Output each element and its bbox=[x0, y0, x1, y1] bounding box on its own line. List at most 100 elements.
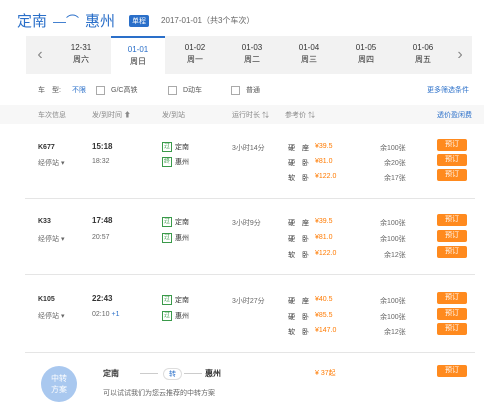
depart-time: 15:18 bbox=[92, 142, 113, 151]
seat-price: ¥122.0 bbox=[315, 250, 337, 257]
col-depart[interactable]: 发/到时间 ⬆ bbox=[92, 110, 131, 120]
row-divider bbox=[25, 352, 475, 353]
seats-left: 余100张 bbox=[380, 298, 406, 305]
arrive-time: 20:57 bbox=[92, 234, 110, 241]
stops-dropdown[interactable]: 经停站 ▾ bbox=[38, 158, 64, 168]
transfer-note: 可以试试我们为您云推荐的中转方案 bbox=[103, 390, 215, 397]
filter-all[interactable]: 不限 bbox=[72, 85, 86, 95]
seats-left: 余100张 bbox=[380, 220, 406, 227]
book-button[interactable]: 预订 bbox=[437, 292, 467, 304]
book-button[interactable]: 预订 bbox=[437, 214, 467, 226]
book-button[interactable]: 预订 bbox=[437, 246, 467, 258]
table-header: 车次信息 发/到时间 ⬆ 发/到站 运行时长 ⇅ 参考价 ⇅ 透价盈闲费 bbox=[0, 105, 484, 124]
station-icon: 过 bbox=[162, 142, 172, 153]
from-station: 过定南 bbox=[162, 217, 189, 228]
seats-left: 余17张 bbox=[384, 175, 406, 182]
chevron-right-icon[interactable]: › bbox=[450, 42, 470, 68]
row-divider bbox=[25, 274, 475, 275]
trip-type-badge: 单程 bbox=[129, 14, 150, 27]
transfer-to: 惠州 bbox=[205, 369, 221, 378]
seat-type: 硬 座 bbox=[288, 220, 309, 227]
filter-normal[interactable]: 普通 bbox=[231, 85, 260, 95]
seat-type: 硬 卧 bbox=[288, 314, 309, 321]
transfer-via: 转 bbox=[163, 368, 182, 380]
route-arrow-icon: —⌒ bbox=[53, 14, 80, 29]
next-day-badge: +1 bbox=[111, 311, 120, 318]
seat-price: ¥81.0 bbox=[315, 158, 333, 165]
transfer-price: ¥ 37起 bbox=[315, 370, 336, 377]
seats-left: 余100张 bbox=[380, 145, 406, 152]
col-price[interactable]: 参考价 ⇅ bbox=[285, 110, 315, 120]
col-duration[interactable]: 运行时长 ⇅ bbox=[232, 110, 269, 120]
duration: 3小时27分 bbox=[232, 298, 265, 305]
route-title: 定南 —⌒ 惠州 单程 2017-01-01（共3个车次） bbox=[17, 10, 254, 31]
book-button[interactable]: 预订 bbox=[437, 154, 467, 166]
seat-type: 软 卧 bbox=[288, 252, 309, 259]
seat-price: ¥39.5 bbox=[315, 218, 333, 225]
date-summary: 2017-01-01（共3个车次） bbox=[161, 16, 255, 25]
station-icon: 过 bbox=[162, 217, 172, 228]
seat-price: ¥81.0 bbox=[315, 234, 333, 241]
date-tab[interactable]: 01-03 周二 bbox=[225, 36, 279, 74]
row-divider bbox=[25, 198, 475, 199]
train-code[interactable]: K33 bbox=[38, 218, 51, 225]
from-station: 过定南 bbox=[162, 142, 189, 153]
train-code[interactable]: K677 bbox=[38, 144, 55, 151]
seat-price: ¥85.5 bbox=[315, 312, 333, 319]
col-station: 发/到站 bbox=[162, 112, 185, 119]
seat-type: 硬 座 bbox=[288, 298, 309, 305]
transfer-book-button[interactable]: 预订 bbox=[437, 365, 467, 377]
train-code[interactable]: K105 bbox=[38, 296, 55, 303]
date-tab[interactable]: 01-02 周一 bbox=[168, 36, 222, 74]
from-station: 过定南 bbox=[162, 295, 189, 306]
seat-price: ¥40.5 bbox=[315, 296, 333, 303]
col-fold[interactable]: 透价盈闲费 bbox=[437, 110, 472, 120]
depart-time: 22:43 bbox=[92, 294, 113, 303]
duration: 3小时9分 bbox=[232, 220, 261, 227]
seat-price: ¥122.0 bbox=[315, 173, 337, 180]
duration: 3小时14分 bbox=[232, 145, 265, 152]
seat-type: 硬 座 bbox=[288, 145, 309, 152]
seats-left: 余20张 bbox=[384, 160, 406, 167]
seats-left: 余12张 bbox=[384, 329, 406, 336]
more-filters-link[interactable]: 更多筛选条件 bbox=[427, 85, 469, 95]
date-tab[interactable]: 01-05 周四 bbox=[339, 36, 393, 74]
filter-gc[interactable]: G/C高铁 bbox=[96, 85, 137, 95]
station-icon: 过 bbox=[162, 311, 172, 322]
seat-type: 软 卧 bbox=[288, 175, 309, 182]
arrive-time: 02:10 +1 bbox=[92, 311, 120, 318]
book-button[interactable]: 预订 bbox=[437, 323, 467, 335]
stops-dropdown[interactable]: 经停站 ▾ bbox=[38, 234, 64, 244]
seats-left: 余100张 bbox=[380, 236, 406, 243]
book-button[interactable]: 预订 bbox=[437, 139, 467, 151]
seats-left: 余100张 bbox=[380, 314, 406, 321]
book-button[interactable]: 预订 bbox=[437, 230, 467, 242]
date-tab[interactable]: 01-04 周三 bbox=[282, 36, 336, 74]
date-selector: ‹ 12-31 周六 01-01 周日 01-02 周一 01-03 周二 01-04 周… bbox=[26, 36, 472, 74]
seat-type: 软 卧 bbox=[288, 329, 309, 336]
train-type-label: 车 型: bbox=[38, 87, 61, 94]
checkbox[interactable] bbox=[168, 85, 177, 95]
date-tab-active[interactable]: 01-01 周日 bbox=[111, 36, 165, 74]
stops-dropdown[interactable]: 经停站 ▾ bbox=[38, 311, 64, 321]
book-button[interactable]: 预订 bbox=[437, 169, 467, 181]
station-icon: 过 bbox=[162, 295, 172, 306]
col-train: 车次信息 bbox=[38, 112, 66, 119]
date-tab[interactable]: 01-06 周五 bbox=[396, 36, 450, 74]
transfer-from: 定南 bbox=[103, 369, 119, 378]
station-icon: 终 bbox=[162, 157, 172, 168]
transfer-badge: 中转 方案 bbox=[41, 366, 77, 402]
checkbox[interactable] bbox=[231, 85, 240, 95]
filter-d[interactable]: D动车 bbox=[168, 85, 202, 95]
destination-city: 惠州 bbox=[85, 13, 116, 30]
book-button[interactable]: 预订 bbox=[437, 308, 467, 320]
chevron-left-icon[interactable]: ‹ bbox=[30, 42, 50, 68]
checkbox[interactable] bbox=[96, 85, 105, 95]
arrive-time: 18:32 bbox=[92, 158, 110, 165]
seat-type: 硬 卧 bbox=[288, 236, 309, 243]
depart-time: 17:48 bbox=[92, 216, 113, 225]
seats-left: 余12张 bbox=[384, 252, 406, 259]
origin-city: 定南 bbox=[17, 13, 48, 30]
to-station: 过惠州 bbox=[162, 233, 189, 244]
date-tab[interactable]: 12-31 周六 bbox=[54, 36, 108, 74]
